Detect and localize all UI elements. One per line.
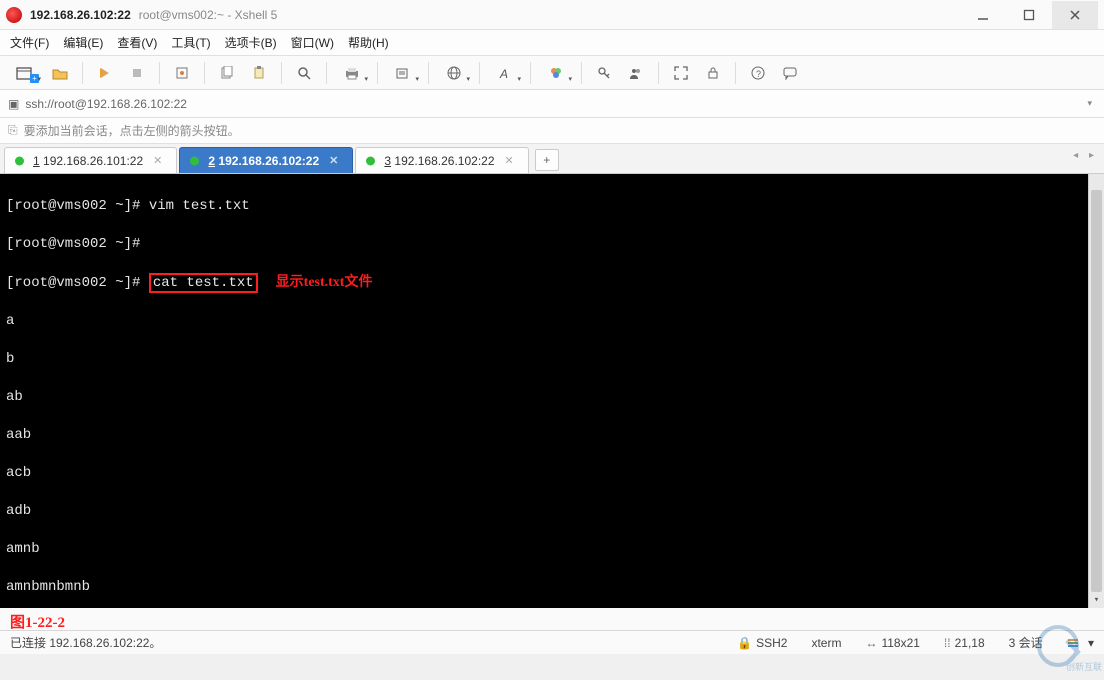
lock-icon: 🔒 xyxy=(737,636,752,650)
cmd-cat-highlight: cat test.txt xyxy=(149,273,258,293)
status-dot-icon xyxy=(366,156,375,165)
find-button[interactable] xyxy=(290,60,318,86)
tab-close-icon[interactable]: ✕ xyxy=(505,154,514,167)
tab-label: 192.168.26.102:22 xyxy=(218,154,319,168)
address-text: ssh://root@192.168.26.102:22 xyxy=(25,97,187,111)
status-connection: 已连接 192.168.26.102:22。 xyxy=(10,634,713,651)
statusbar: 已连接 192.168.26.102:22。 🔒SSH2 xterm ↔118x… xyxy=(0,630,1104,654)
hintbar: ⎘ 要添加当前会话，点击左侧的箭头按钮。 xyxy=(0,118,1104,144)
tab-close-icon[interactable]: ✕ xyxy=(329,154,338,167)
bookmark-icon[interactable]: ⎘ xyxy=(8,123,18,138)
fullscreen-button[interactable] xyxy=(667,60,695,86)
reconnect-button[interactable] xyxy=(91,60,119,86)
minimize-button[interactable] xyxy=(960,1,1006,29)
window-title: 192.168.26.102:22 xyxy=(30,8,131,22)
menu-view[interactable]: 查看(V) xyxy=(117,34,157,51)
hint-text: 要添加当前会话，点击左侧的箭头按钮。 xyxy=(24,122,240,139)
lock-button[interactable] xyxy=(699,60,727,86)
tab-num: 1 xyxy=(33,154,40,168)
status-dot-icon xyxy=(190,156,199,165)
pos-icon: ⁞⁞ xyxy=(944,636,951,650)
color-button[interactable]: ▾ xyxy=(539,60,573,86)
menu-window[interactable]: 窗口(W) xyxy=(291,34,334,51)
watermark-logo: 创新互联 xyxy=(1018,622,1098,670)
print-button[interactable]: ▾ xyxy=(335,60,369,86)
window-subtitle: root@vms002:~ - Xshell 5 xyxy=(139,8,278,22)
tab-1[interactable]: 1 192.168.26.101:22 ✕ xyxy=(4,147,177,173)
addressbar[interactable]: ▣ ssh://root@192.168.26.102:22 ▾ xyxy=(0,90,1104,118)
key-button[interactable] xyxy=(590,60,618,86)
properties-button[interactable] xyxy=(168,60,196,86)
paste-button[interactable] xyxy=(245,60,273,86)
tab-3[interactable]: 3 192.168.26.102:22 ✕ xyxy=(355,147,528,173)
prompt: [root@vms002 ~]# xyxy=(6,236,140,252)
figure-caption: 图1-22-2 xyxy=(0,608,1104,630)
add-tab-button[interactable]: + xyxy=(535,149,559,171)
out-line: adb xyxy=(6,502,1098,521)
tab-num: 2 xyxy=(208,154,215,168)
watermark-text: 创新互联 xyxy=(1042,662,1102,672)
menu-help[interactable]: 帮助(H) xyxy=(348,34,389,51)
svg-text:A: A xyxy=(499,67,508,80)
status-size: ↔118x21 xyxy=(865,636,919,650)
compose-button[interactable]: ▾ xyxy=(386,60,420,86)
size-icon: ↔ xyxy=(865,636,877,650)
menu-edit[interactable]: 编辑(E) xyxy=(63,34,103,51)
tabstrip: 1 192.168.26.101:22 ✕ 2 192.168.26.102:2… xyxy=(0,144,1104,174)
new-session-button[interactable]: +▾ xyxy=(8,60,42,86)
out-line: acb xyxy=(6,464,1098,483)
tab-2[interactable]: 2 192.168.26.102:22 ✕ xyxy=(179,147,353,173)
tab-label: 192.168.26.101:22 xyxy=(43,154,143,168)
out-line: b xyxy=(6,350,1098,369)
disconnect-button[interactable] xyxy=(123,60,151,86)
out-line: ab xyxy=(6,388,1098,407)
status-dot-icon xyxy=(15,156,24,165)
prompt: [root@vms002 ~]# xyxy=(6,275,140,291)
cmd-text: vim test.txt xyxy=(149,198,250,214)
toolbar: +▾ ▾ ▾ ▾ A▾ ▾ ? xyxy=(0,56,1104,90)
chat-button[interactable] xyxy=(776,60,804,86)
session-icon: ▣ xyxy=(8,97,19,111)
menu-tabs[interactable]: 选项卡(B) xyxy=(225,34,277,51)
out-line: a xyxy=(6,312,1098,331)
status-ssh: 🔒SSH2 xyxy=(737,636,787,650)
tab-close-icon[interactable]: ✕ xyxy=(153,154,162,167)
svg-text:?: ? xyxy=(756,69,761,79)
terminal-scrollbar[interactable]: ▴ ▾ xyxy=(1088,174,1104,608)
out-line: amnb xyxy=(6,540,1098,559)
out-line: amnbmnbmnb xyxy=(6,578,1098,597)
people-button[interactable] xyxy=(622,60,650,86)
prompt: [root@vms002 ~]# xyxy=(6,198,140,214)
globe-button[interactable]: ▾ xyxy=(437,60,471,86)
titlebar: 192.168.26.102:22 root@vms002:~ - Xshell… xyxy=(0,0,1104,30)
tab-num: 3 xyxy=(384,154,391,168)
scroll-thumb[interactable] xyxy=(1091,190,1102,592)
open-button[interactable] xyxy=(46,60,74,86)
address-dropdown-icon[interactable]: ▾ xyxy=(1083,98,1096,109)
out-line: aab xyxy=(6,426,1098,445)
menu-tools[interactable]: 工具(T) xyxy=(171,34,210,51)
font-button[interactable]: A▾ xyxy=(488,60,522,86)
help-button[interactable]: ? xyxy=(744,60,772,86)
menu-file[interactable]: 文件(F) xyxy=(10,34,49,51)
status-position: ⁞⁞21,18 xyxy=(944,636,985,650)
annotation: 显示test.txt文件 xyxy=(276,275,373,290)
menubar: 文件(F) 编辑(E) 查看(V) 工具(T) 选项卡(B) 窗口(W) 帮助(… xyxy=(0,30,1104,56)
scroll-down-icon[interactable]: ▾ xyxy=(1089,592,1104,608)
app-icon xyxy=(6,7,22,23)
copy-button[interactable] xyxy=(213,60,241,86)
tab-nav-arrows[interactable]: ◂ ▸ xyxy=(1073,150,1098,161)
status-term: xterm xyxy=(811,636,841,650)
maximize-button[interactable] xyxy=(1006,1,1052,29)
terminal[interactable]: [root@vms002 ~]# vim test.txt [root@vms0… xyxy=(0,174,1104,608)
tab-label: 192.168.26.102:22 xyxy=(394,154,494,168)
close-button[interactable] xyxy=(1052,1,1098,29)
